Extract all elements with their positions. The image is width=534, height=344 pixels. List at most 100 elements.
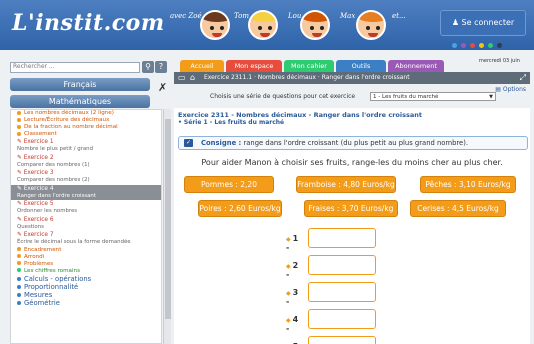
- answer-drop-zone[interactable]: [308, 282, 376, 302]
- tree-item[interactable]: Les chiffres romains: [11, 268, 161, 275]
- answer-drop-zone[interactable]: [308, 309, 376, 329]
- user-icon: ♟: [451, 18, 459, 27]
- color-dot: [479, 43, 484, 48]
- mascot-label-others: et...: [392, 12, 406, 20]
- diamond-icon: ◆: [286, 263, 291, 270]
- pencil-icon: ✎: [17, 216, 24, 223]
- answer-drop-zone[interactable]: [308, 228, 376, 248]
- tree-item[interactable]: De la fraction au nombre décimal: [11, 124, 161, 131]
- tree-item[interactable]: Géométrie: [11, 299, 161, 307]
- mascot-label-zoe: avec Zoé: [170, 12, 202, 20]
- lesson-tree-scrollbar[interactable]: [163, 109, 171, 344]
- exercise-item[interactable]: ✎ Exercice 7 Écrire le décimal sous la fo…: [11, 231, 161, 247]
- exercise-item-subtitle: Ranger dans l'ordre croissant: [17, 192, 96, 199]
- subject-mathematiques[interactable]: Mathématiques: [10, 95, 150, 108]
- fruit-card[interactable]: Poires : 2,60 Euros/kg: [198, 200, 282, 217]
- fruit-card[interactable]: Framboise : 4,80 Euros/kg: [296, 176, 396, 193]
- color-dot: [461, 43, 466, 48]
- home-icon[interactable]: ⌂: [190, 72, 195, 84]
- tree-item-label: Classement: [24, 131, 57, 137]
- tree-item-label: Géométrie: [24, 298, 60, 307]
- tree-item-label: Arrondi: [24, 253, 45, 260]
- color-dot: [488, 43, 493, 48]
- help-button[interactable]: ?: [155, 61, 167, 73]
- exercise-item[interactable]: ✎ Exercice 4 Ranger dans l'ordre croissan…: [11, 184, 161, 200]
- tab-abonnement[interactable]: Abonnement: [388, 60, 444, 72]
- exercise-item-title: ✎ Exercice 7: [17, 232, 161, 239]
- tab-mon-espace[interactable]: Mon espace: [226, 60, 282, 72]
- expand-icon[interactable]: ⤢: [520, 72, 526, 84]
- exercise-item[interactable]: ✎ Exercice 2 Comparer des nombres (1): [11, 154, 161, 170]
- tree-item[interactable]: Les nombres décimaux (2 ligne): [11, 110, 161, 117]
- options-link[interactable]: ▤ Options: [495, 86, 526, 93]
- fruit-card[interactable]: Pêches : 3,10 Euros/kg: [420, 176, 516, 193]
- bullet-icon: [17, 292, 21, 297]
- tree-item[interactable]: Proportionnalité: [11, 283, 161, 291]
- exercise-item-title: ✎ Exercice 3: [17, 170, 161, 177]
- series-select[interactable]: 1 - Les fruits du marché ▼: [370, 92, 496, 101]
- exercise-item[interactable]: ✎ Exercice 6 Questions: [11, 216, 161, 232]
- fullscreen-icon[interactable]: ▭: [178, 72, 186, 84]
- bullet-icon: [17, 110, 21, 115]
- exercise-item[interactable]: ✎ Exercice 1 Nombre le plus petit / grand: [11, 138, 161, 154]
- tree-item[interactable]: Problèmes: [11, 261, 161, 268]
- exercise-item-subtitle: Comparer des nombres (2): [17, 177, 90, 183]
- fruit-card[interactable]: Fraises : 3,70 Euros/kg: [304, 200, 398, 217]
- tree-item[interactable]: Calculs - opérations: [11, 275, 161, 283]
- bullet-icon: [17, 284, 21, 289]
- exercise-window-title: Exercice 2311.1 · Nombres décimaux · Ran…: [204, 74, 410, 81]
- tree-item[interactable]: Lecture/Écriture des décimaux: [11, 117, 161, 124]
- exercise-series: • Série 1 - Les fruits du marché: [178, 119, 285, 126]
- tree-item-label: Mesures: [24, 290, 53, 299]
- exercise-item-title-text: Exercice 2: [23, 154, 54, 161]
- tree-item-label: Proportionnalité: [24, 282, 79, 291]
- bullet-icon: [17, 131, 21, 136]
- exercise-item-title: ✎ Exercice 5: [17, 201, 161, 208]
- tree-item[interactable]: Encadrement: [11, 247, 161, 254]
- exercise-item-title: ✎ Exercice 4: [17, 186, 161, 193]
- help-icon: ?: [158, 62, 164, 71]
- instruction-text: range dans l'ordre croissant (du plus pe…: [243, 139, 469, 147]
- color-dot: [452, 43, 457, 48]
- scrollbar-thumb[interactable]: [165, 119, 171, 319]
- tree-item[interactable]: Arrondi: [11, 254, 161, 261]
- bullet-icon: [17, 124, 21, 129]
- fruit-card[interactable]: Pommes : 2,20 Euros/kg: [184, 176, 274, 204]
- chevron-down-icon: ▼: [489, 94, 493, 100]
- diamond-icon: ◆: [286, 317, 291, 324]
- exercise-item-subtitle: Questions: [17, 223, 44, 230]
- color-dots: [452, 42, 506, 48]
- exercise-item[interactable]: ✎ Exercice 3 Comparer des nombres (2): [11, 169, 161, 185]
- fruit-card[interactable]: Cerises : 4,5 Euros/kg: [410, 200, 506, 217]
- mascot-label-max: Max: [340, 12, 356, 20]
- tools-icon[interactable]: ✗: [158, 81, 167, 94]
- mascot-zoe-avatar: [200, 10, 230, 40]
- tree-item[interactable]: Classement: [11, 131, 161, 138]
- answer-number: ◆ 2 -: [286, 261, 298, 279]
- pencil-icon: ✎: [17, 154, 24, 161]
- tree-item[interactable]: Mesures: [11, 291, 161, 299]
- tab-accueil[interactable]: Accueil: [180, 60, 224, 72]
- current-date: mercredi 03 juin: [479, 58, 520, 64]
- bullet-icon: [17, 261, 21, 265]
- mascot-max-avatar: [356, 10, 386, 40]
- exercise-item[interactable]: ✎ Exercice 5 Ordonner les nombres: [11, 200, 161, 216]
- instruction-icon: ✓: [184, 139, 193, 147]
- mascot-label-tom: Tom: [234, 12, 249, 20]
- pencil-icon: ✎: [17, 139, 24, 145]
- connect-button[interactable]: ♟ Se connecter: [440, 10, 526, 36]
- tab-outils[interactable]: Outils: [336, 60, 386, 72]
- exercise-item-subtitle: Ordonner les nombres: [17, 208, 78, 214]
- tab-mon-cahier[interactable]: Mon cahier: [284, 60, 334, 72]
- exercise-item-subtitle: Comparer des nombres (1): [17, 161, 90, 168]
- search-button[interactable]: ⚲: [142, 61, 154, 73]
- site-logo[interactable]: L'instit.com: [12, 10, 165, 36]
- options-label: Options: [502, 86, 526, 93]
- exercise-item-title-text: Exercice 1: [23, 139, 54, 145]
- lesson-tree: Les nombres décimaux (2 ligne) Lecture/Éc…: [10, 109, 162, 344]
- answer-drop-zone[interactable]: [308, 336, 376, 344]
- subject-francais[interactable]: Français: [10, 78, 150, 91]
- answer-drop-zone[interactable]: [308, 255, 376, 275]
- search-input[interactable]: Rechercher ...: [10, 62, 140, 73]
- instruction-box: ✓ Consigne : range dans l'ordre croissan…: [178, 136, 528, 150]
